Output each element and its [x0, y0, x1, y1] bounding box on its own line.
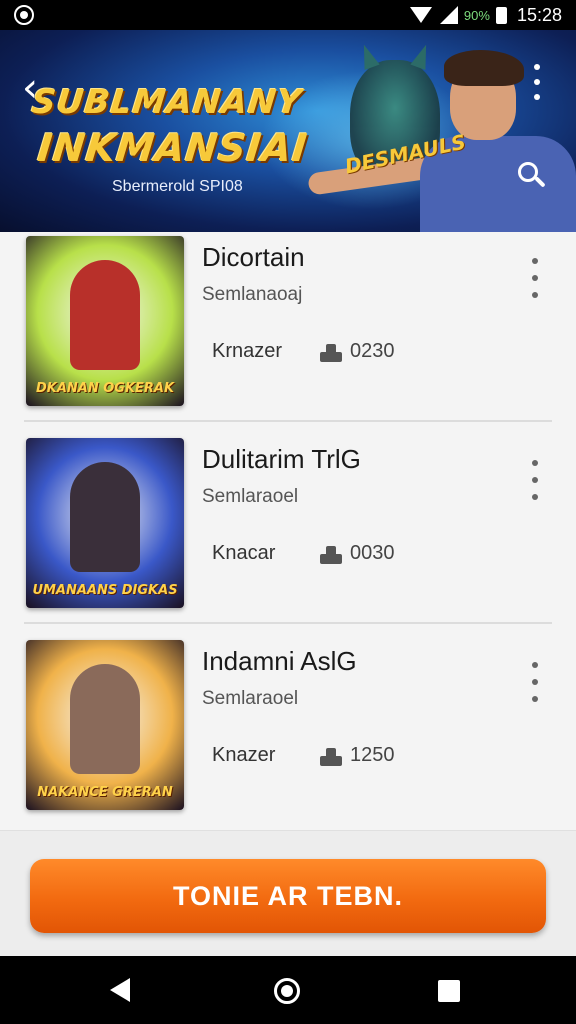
wifi-icon [409, 7, 432, 23]
thumbnail-character [70, 260, 140, 370]
game-stat: 0030 [350, 542, 395, 564]
list-item[interactable]: DKANAN OGKERAK Dicortain Semlanaoaj Krna… [24, 232, 552, 428]
item-menu-icon[interactable] [530, 460, 540, 500]
game-author: Knazer [212, 744, 276, 766]
game-subtitle: Semlaraoel [202, 486, 299, 507]
game-stat: 0230 [350, 340, 395, 362]
downloads-icon [320, 748, 342, 766]
game-author: Knacar [212, 542, 276, 564]
item-menu-icon[interactable] [530, 662, 540, 702]
downloads-icon [320, 546, 342, 564]
game-author: Krnazer [212, 340, 283, 362]
game-thumbnail[interactable]: DKANAN OGKERAK [26, 236, 184, 406]
game-subtitle: Semlanaoaj [202, 284, 303, 305]
primary-cta-button[interactable]: TONIE AR TEBN. [30, 859, 546, 933]
nav-back-icon[interactable] [110, 978, 130, 1002]
banner-title-line1: SUBLMANANY [29, 82, 304, 121]
hero-hair [444, 50, 524, 86]
list-item[interactable]: UMANAANS DIGKAS Dulitarim TrlG Semlaraoe… [24, 434, 552, 630]
list-item[interactable]: NAKANCE GRERAN Indamni AslG Semlaraoel K… [24, 636, 552, 832]
thumbnail-caption: NAKANCE GRERAN [37, 784, 173, 800]
divider [24, 622, 552, 624]
nav-home-icon[interactable] [274, 978, 300, 1004]
banner-title-line2: INKMANSIAI [35, 126, 310, 170]
game-thumbnail[interactable]: UMANAANS DIGKAS [26, 438, 184, 608]
system-nav-bar [0, 956, 576, 1024]
bottom-action-area: TONIE AR TEBN. [0, 830, 576, 956]
search-icon[interactable] [518, 162, 548, 192]
battery-icon [495, 6, 507, 24]
game-title: Dicortain [202, 242, 305, 272]
game-title: Dulitarim TrlG [202, 444, 361, 474]
thumbnail-caption: DKANAN OGKERAK [35, 380, 175, 396]
status-bar: 90% 15:28 [0, 0, 576, 30]
game-list: DKANAN OGKERAK Dicortain Semlanaoaj Krna… [0, 232, 576, 830]
banner-subtitle: Sbermerold SPI08 [112, 178, 243, 195]
thumbnail-caption: UMANAANS DIGKAS [32, 582, 178, 598]
signal-icon [439, 6, 458, 24]
notification-icon [14, 5, 34, 25]
battery-percent: 90% [463, 7, 490, 23]
divider [24, 420, 552, 422]
game-subtitle: Semlaraoel [202, 688, 299, 709]
thumbnail-character [70, 664, 140, 774]
item-menu-icon[interactable] [530, 258, 540, 298]
downloads-icon [320, 344, 342, 362]
game-stat: 1250 [350, 744, 395, 766]
game-thumbnail[interactable]: NAKANCE GRERAN [26, 640, 184, 810]
hero-banner: ‹ SUBLMANANY INKMANSIAI Sbermerold SPI08… [0, 30, 576, 232]
overflow-menu-icon[interactable] [531, 64, 543, 100]
nav-recents-icon[interactable] [438, 980, 460, 1002]
thumbnail-character [70, 462, 140, 572]
game-title: Indamni AslG [202, 646, 357, 676]
clock: 15:28 [516, 4, 562, 25]
